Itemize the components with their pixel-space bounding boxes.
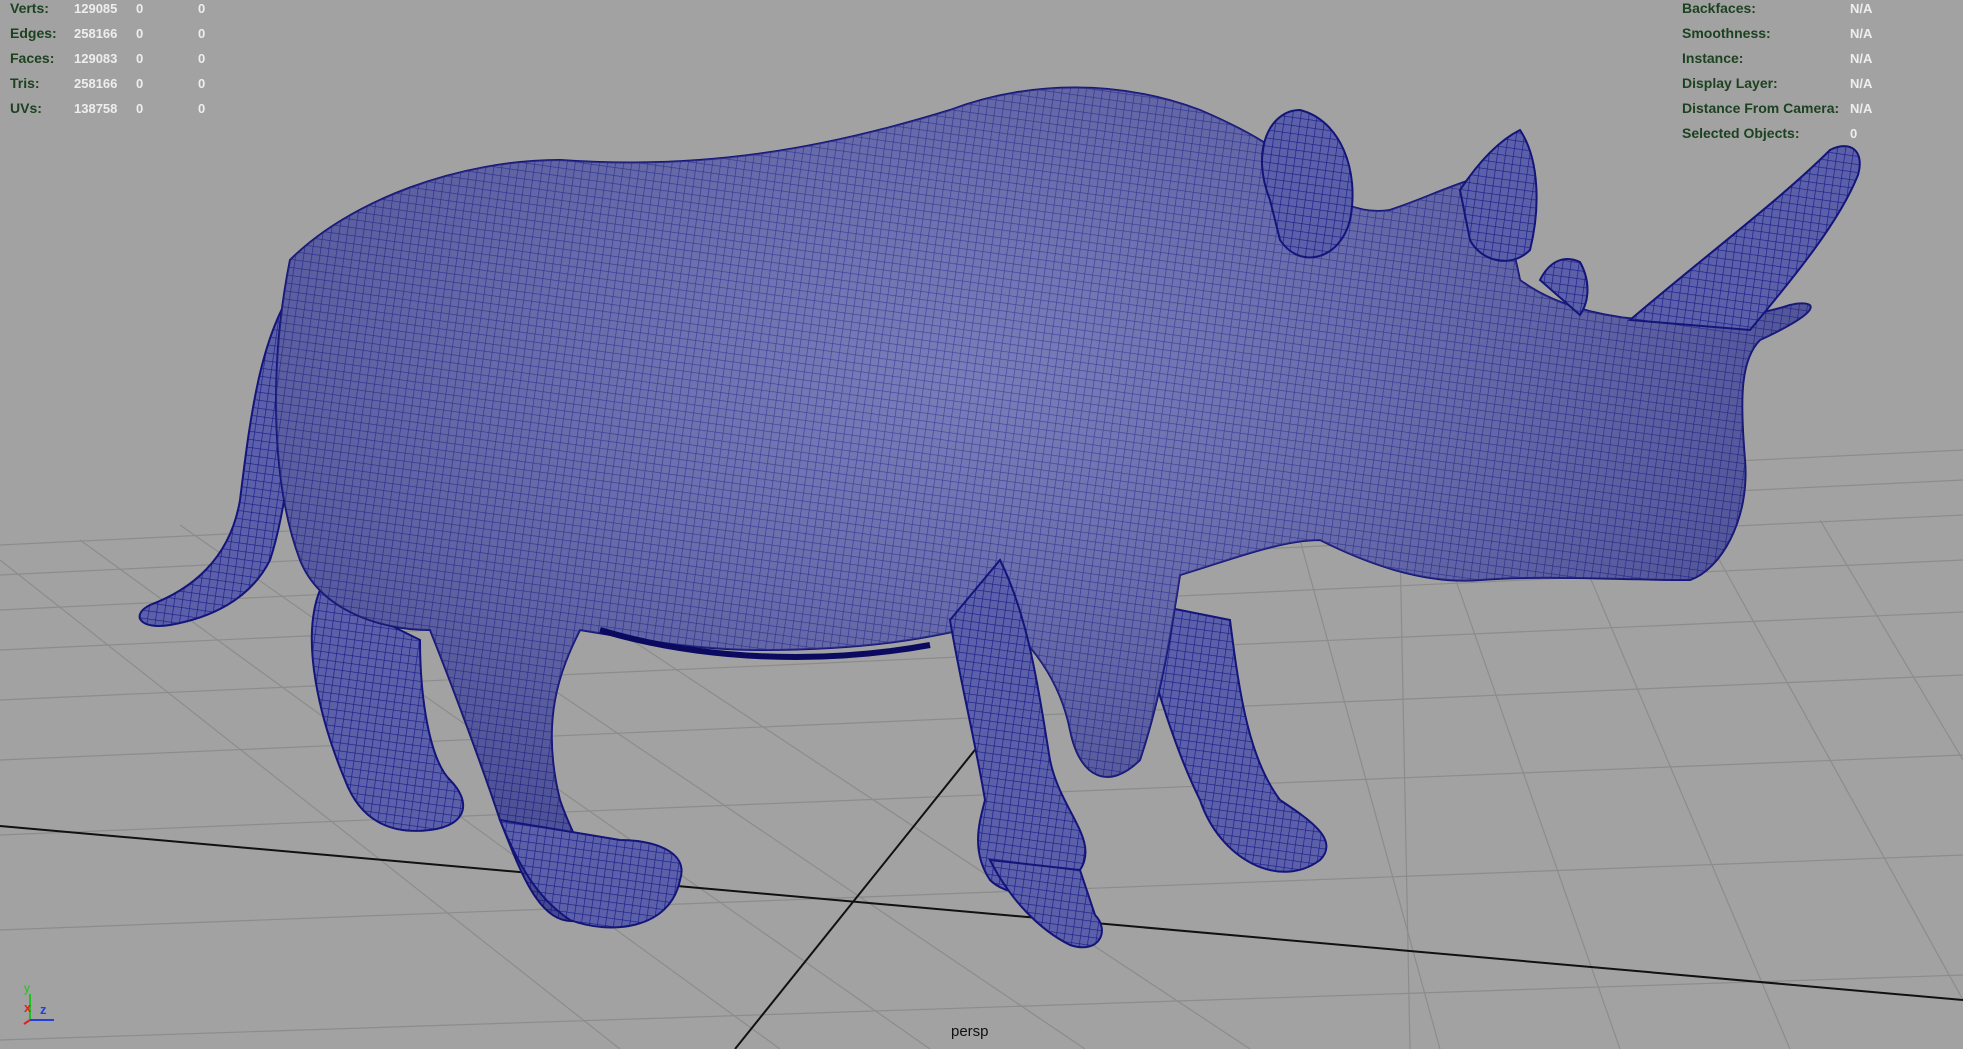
stat-value: 258166 [74, 76, 118, 91]
object-info-hud: Backfaces: N/A Smoothness: N/A Instance:… [1682, 0, 1942, 146]
info-label: Distance From Camera: [1682, 100, 1840, 116]
z-axis-label: z [40, 1002, 47, 1017]
info-value: N/A [1850, 1, 1873, 16]
info-value: N/A [1850, 76, 1873, 91]
rhino-mesh [138, 86, 1861, 949]
info-row-instance: Instance: N/A [1682, 46, 1942, 71]
info-label: Smoothness: [1682, 25, 1771, 41]
y-axis-label: y [24, 981, 30, 995]
stat-label: Faces: [10, 50, 55, 66]
stat-value: 0 [198, 26, 206, 41]
stat-row-uvs: UVs: 138758 0 0 [10, 96, 230, 121]
poly-count-hud: Verts: 129085 0 0 Edges: 258166 0 0 Face… [10, 0, 230, 121]
camera-name-label: persp [951, 1023, 989, 1040]
stat-value: 129085 [74, 1, 118, 16]
stat-value: 129083 [74, 51, 118, 66]
info-value: N/A [1850, 26, 1873, 41]
stat-row-tris: Tris: 258166 0 0 [10, 71, 230, 96]
info-value: 0 [1850, 126, 1858, 141]
stat-value: 0 [198, 1, 206, 16]
stat-row-edges: Edges: 258166 0 0 [10, 21, 230, 46]
stat-value: 0 [198, 76, 206, 91]
3d-viewport[interactable]: Verts: 129085 0 0 Edges: 258166 0 0 Face… [0, 0, 1963, 1049]
info-label: Backfaces: [1682, 0, 1756, 16]
stat-value: 0 [136, 26, 144, 41]
info-row-selected-objects: Selected Objects: 0 [1682, 121, 1942, 146]
x-axis-line [23, 1019, 31, 1025]
info-label: Display Layer: [1682, 75, 1778, 91]
stat-label: UVs: [10, 100, 42, 116]
info-label: Selected Objects: [1682, 125, 1800, 141]
stat-value: 0 [198, 51, 206, 66]
info-row-backfaces: Backfaces: N/A [1682, 0, 1942, 21]
stat-value: 0 [136, 51, 144, 66]
stat-value: 0 [136, 1, 144, 16]
info-row-distance-from-camera: Distance From Camera: N/A [1682, 96, 1942, 121]
info-value: N/A [1850, 51, 1873, 66]
stat-value: 0 [136, 76, 144, 91]
info-value: N/A [1850, 101, 1873, 116]
stat-value: 0 [136, 101, 144, 116]
stat-label: Tris: [10, 75, 40, 91]
stat-label: Verts: [10, 0, 49, 16]
info-row-display-layer: Display Layer: N/A [1682, 71, 1942, 96]
stat-value: 138758 [74, 101, 118, 116]
axis-orientation-gizmo: y x z [23, 981, 54, 1025]
scene-canvas[interactable] [0, 0, 1963, 1049]
stat-value: 0 [198, 101, 206, 116]
stat-row-faces: Faces: 129083 0 0 [10, 46, 230, 71]
info-row-smoothness: Smoothness: N/A [1682, 21, 1942, 46]
stat-label: Edges: [10, 25, 57, 41]
info-label: Instance: [1682, 50, 1744, 66]
x-axis-label: x [24, 1000, 32, 1015]
stat-value: 258166 [74, 26, 118, 41]
stat-row-verts: Verts: 129085 0 0 [10, 0, 230, 21]
